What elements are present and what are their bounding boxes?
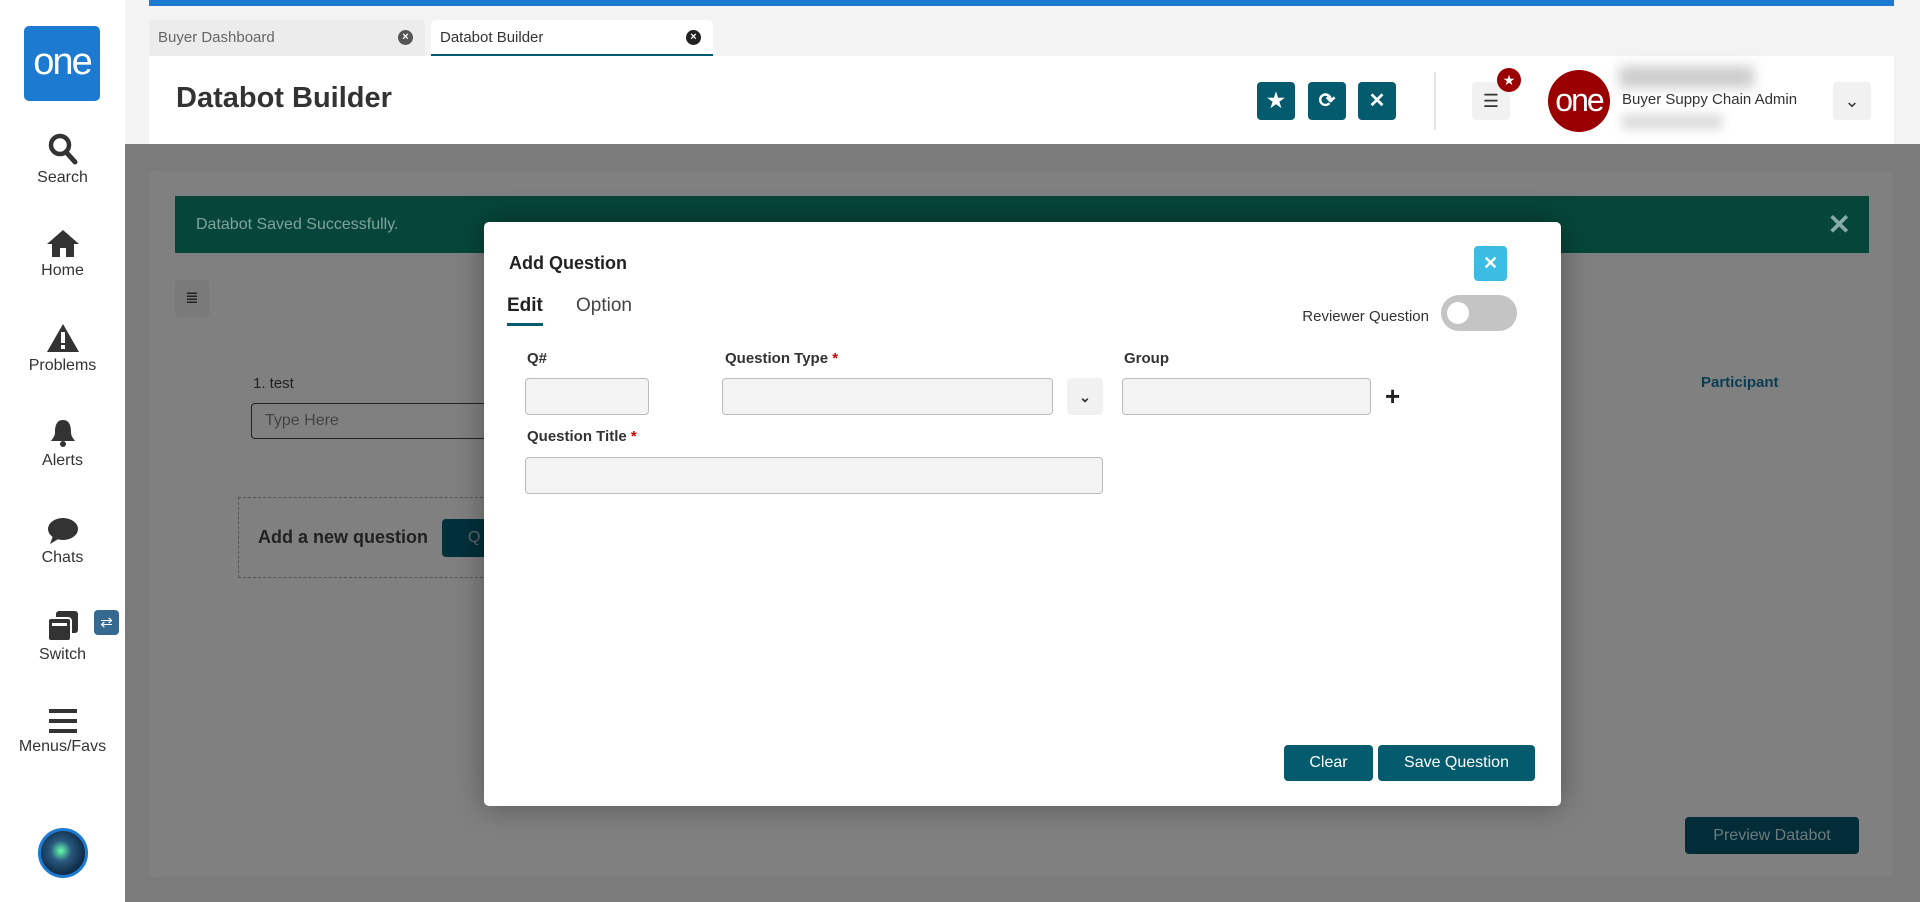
group-label: Group bbox=[1124, 350, 1169, 367]
sidebar-item-menus-favs[interactable]: Menus/Favs bbox=[0, 708, 125, 756]
tab-databot-builder[interactable]: Databot Builder × bbox=[431, 20, 713, 56]
close-banner-icon[interactable]: ✕ bbox=[1828, 196, 1851, 253]
question-type-dropdown-button[interactable]: ⌄ bbox=[1067, 378, 1103, 415]
favorite-button[interactable]: ★ bbox=[1257, 82, 1295, 120]
answer-input[interactable]: Type Here bbox=[251, 403, 491, 439]
switch-badge-icon[interactable]: ⇄ bbox=[94, 610, 119, 635]
blurred-username bbox=[1619, 66, 1754, 88]
sidebar-item-search[interactable]: Search bbox=[0, 133, 125, 187]
modal-close-button[interactable]: ✕ bbox=[1474, 246, 1507, 281]
reviewer-question-toggle[interactable] bbox=[1441, 295, 1517, 331]
question-type-select[interactable] bbox=[722, 378, 1053, 415]
sidebar-item-label: Alerts bbox=[42, 452, 83, 469]
question-title-label: Question Title * bbox=[527, 428, 637, 445]
page-header: Databot Builder ★ ⟳ ✕ ☰ ★ one Buyer Supp… bbox=[149, 56, 1894, 144]
clear-button[interactable]: Clear bbox=[1284, 745, 1373, 781]
participant-link[interactable]: Participant bbox=[1701, 374, 1779, 391]
menu-icon: ☰ bbox=[1482, 91, 1500, 111]
qnum-label: Q# bbox=[527, 350, 548, 367]
favorites-star-badge-icon: ★ bbox=[1497, 68, 1521, 92]
add-new-question-label: Add a new question bbox=[258, 527, 429, 547]
group-input[interactable] bbox=[1122, 378, 1371, 415]
list-icon: ≣ bbox=[185, 290, 199, 307]
bell-icon bbox=[50, 420, 75, 447]
user-menu-dropdown[interactable]: ⌄ bbox=[1833, 82, 1871, 120]
user-avatar[interactable]: one bbox=[1548, 70, 1610, 132]
sidebar-item-chats[interactable]: Chats bbox=[0, 517, 125, 567]
chat-icon bbox=[47, 518, 78, 544]
chevron-down-icon: ⌄ bbox=[1079, 389, 1091, 405]
app-logo[interactable]: one bbox=[24, 26, 100, 101]
divider bbox=[1434, 72, 1436, 130]
blurred-org bbox=[1622, 114, 1722, 130]
modal-title: Add Question bbox=[509, 253, 627, 273]
question-title-input[interactable] bbox=[525, 457, 1103, 494]
user-role: Buyer Suppy Chain Admin bbox=[1622, 91, 1798, 108]
question-type-label-text: Question Type bbox=[725, 350, 829, 367]
sidebar-item-label: Switch bbox=[38, 646, 87, 663]
page-title: Databot Builder bbox=[176, 82, 392, 114]
add-question-modal: Add Question ✕ Edit Option Reviewer Ques… bbox=[484, 222, 1561, 806]
close-icon: ✕ bbox=[1368, 90, 1386, 112]
sidebar-item-label: Menus/Favs bbox=[18, 738, 107, 755]
sidebar-item-problems[interactable]: Problems bbox=[0, 323, 125, 375]
close-tab-icon[interactable]: × bbox=[686, 30, 701, 45]
tab-option[interactable]: Option bbox=[576, 295, 632, 317]
sidebar-item-label: Problems bbox=[28, 357, 97, 374]
top-accent-bar bbox=[149, 0, 1894, 6]
sidebar-item-alerts[interactable]: Alerts bbox=[0, 418, 125, 470]
refresh-button[interactable]: ⟳ bbox=[1308, 82, 1346, 120]
sidebar-item-label: Home bbox=[41, 262, 84, 279]
reviewer-question-label: Reviewer Question bbox=[1302, 308, 1429, 325]
home-icon bbox=[46, 230, 79, 257]
close-page-button[interactable]: ✕ bbox=[1358, 82, 1396, 120]
tab-edit[interactable]: Edit bbox=[507, 295, 543, 326]
tab-label: Buyer Dashboard bbox=[158, 29, 275, 46]
switch-icon bbox=[46, 611, 78, 642]
qnum-input[interactable] bbox=[525, 378, 649, 415]
list-toggle-button[interactable]: ≣ bbox=[175, 280, 209, 317]
tab-label: Databot Builder bbox=[440, 29, 544, 46]
close-tab-icon[interactable]: × bbox=[398, 30, 413, 45]
sidebar: one Search Home Problems Alerts Chats Sw… bbox=[0, 0, 125, 902]
close-icon: ✕ bbox=[1482, 253, 1499, 273]
banner-text: Databot Saved Successfully. bbox=[196, 216, 399, 233]
required-marker: * bbox=[630, 428, 637, 445]
sidebar-item-label: Search bbox=[37, 169, 88, 186]
assistant-avatar[interactable] bbox=[38, 828, 88, 878]
preview-databot-button[interactable]: Preview Databot bbox=[1685, 817, 1859, 854]
search-icon bbox=[48, 133, 77, 165]
required-marker: * bbox=[832, 350, 839, 367]
question-type-label: Question Type * bbox=[725, 350, 838, 367]
tab-buyer-dashboard[interactable]: Buyer Dashboard × bbox=[149, 20, 425, 56]
chevron-down-icon: ⌄ bbox=[1844, 91, 1860, 111]
sidebar-item-label: Chats bbox=[41, 549, 84, 566]
add-group-icon[interactable]: + bbox=[1385, 378, 1400, 415]
refresh-icon: ⟳ bbox=[1318, 90, 1336, 112]
star-icon: ★ bbox=[1267, 90, 1285, 112]
question-title-label-text: Question Title bbox=[527, 428, 627, 445]
menu-icon bbox=[48, 709, 77, 733]
save-question-button[interactable]: Save Question bbox=[1378, 745, 1535, 781]
sidebar-item-home[interactable]: Home bbox=[0, 228, 125, 280]
warning-icon bbox=[46, 324, 79, 352]
toggle-knob bbox=[1447, 302, 1469, 324]
question-label: 1. test bbox=[253, 375, 294, 392]
